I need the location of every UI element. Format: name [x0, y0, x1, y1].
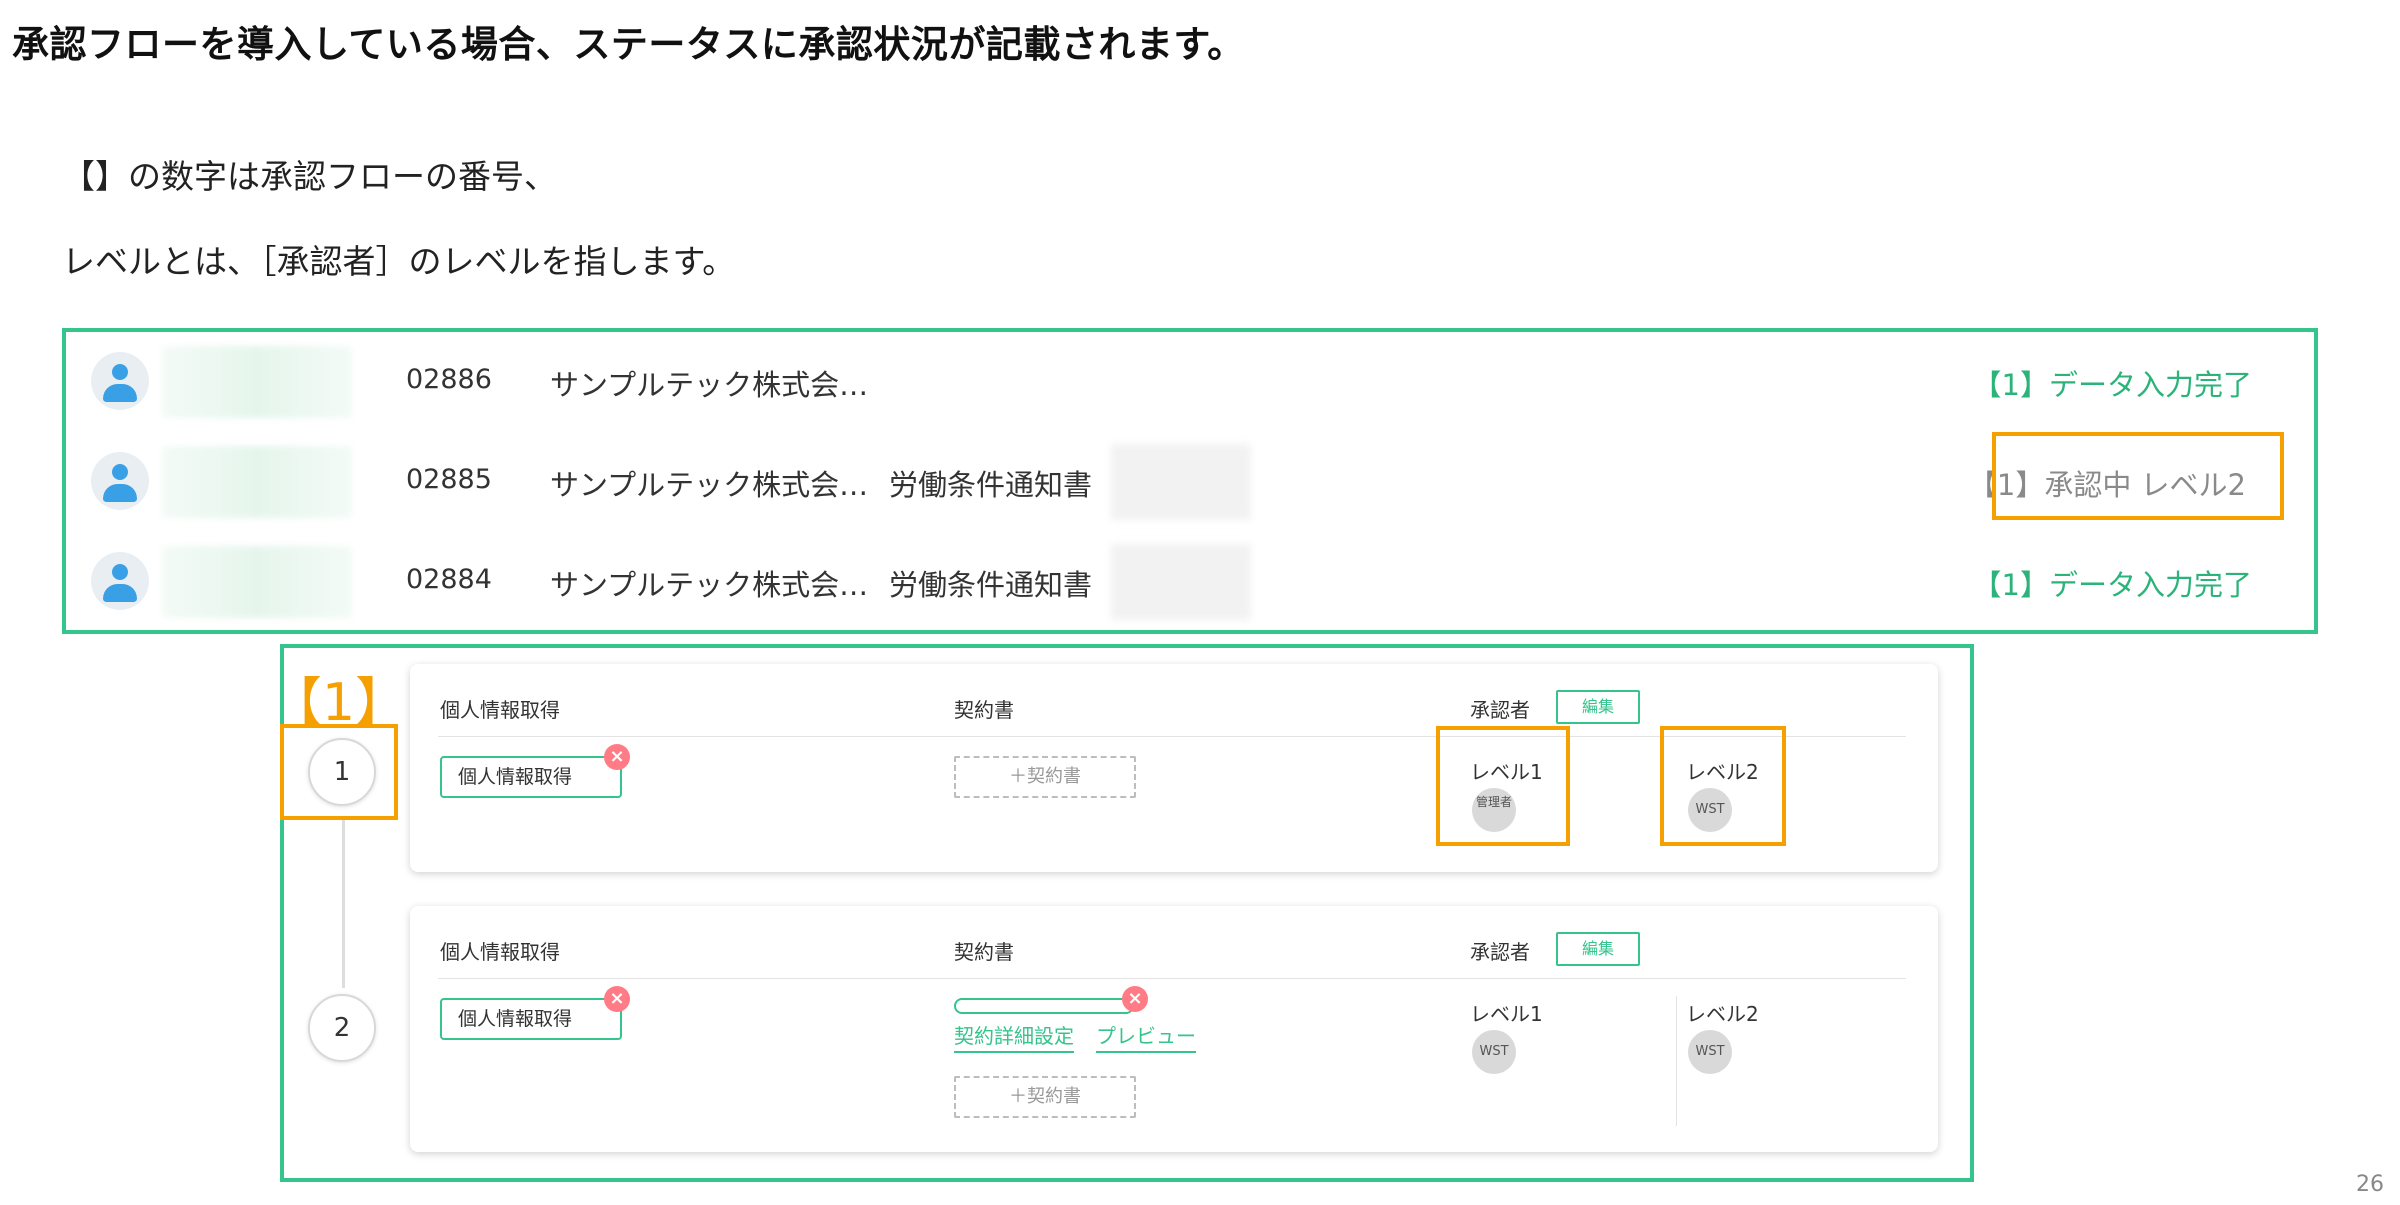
company-name: サンプルテック株式会…	[550, 368, 869, 402]
blurred-name	[162, 446, 352, 518]
slide-heading: 承認フローを導入している場合、ステータスに承認状況が記載されます。	[12, 23, 1245, 66]
employee-code: 02886	[406, 364, 492, 395]
personal-info-tag[interactable]: 個人情報取得	[440, 998, 622, 1040]
company-name: サンプルテック株式会…	[550, 468, 869, 502]
employee-row[interactable]: 02884 サンプルテック株式会… 労働条件通知書 【1】データ入力完了	[66, 532, 2314, 632]
remove-icon[interactable]: ×	[604, 986, 630, 1012]
blurred-field	[1111, 444, 1251, 520]
status-highlight-box	[1992, 432, 2284, 520]
header-divider	[438, 978, 1906, 979]
contract-settings-link[interactable]: 契約詳細設定	[954, 1020, 1074, 1053]
add-contract-button[interactable]: ＋契約書	[954, 1076, 1136, 1118]
level-2-label: レベル2	[1686, 1002, 1759, 1026]
edit-button[interactable]: 編集	[1556, 932, 1640, 966]
level-1-highlight-box	[1436, 726, 1570, 846]
level-1-label: レベル1	[1470, 1002, 1543, 1026]
blurred-name	[162, 546, 352, 618]
employee-code: 02884	[406, 564, 492, 595]
edit-button[interactable]: 編集	[1556, 690, 1640, 724]
step-connector	[342, 820, 345, 988]
page-number: 26	[2356, 1172, 2384, 1197]
remove-icon[interactable]: ×	[1122, 986, 1148, 1012]
step-highlight-box	[280, 724, 398, 820]
document-name: 労働条件通知書	[889, 468, 1093, 502]
column-personal-info: 個人情報取得	[440, 698, 560, 722]
status-badge: 【1】データ入力完了	[1972, 368, 2252, 402]
column-personal-info: 個人情報取得	[440, 940, 560, 964]
column-approver: 承認者	[1470, 940, 1530, 964]
step-number-2: 2	[308, 994, 376, 1062]
contract-tag[interactable]	[954, 998, 1134, 1014]
personal-info-tag[interactable]: 個人情報取得	[440, 756, 622, 798]
approver-avatar: WST	[1688, 1030, 1732, 1074]
remove-icon[interactable]: ×	[604, 744, 630, 770]
level-2-highlight-box	[1660, 726, 1786, 846]
employee-list-panel: 02886 サンプルテック株式会… 【1】データ入力完了 02885 サンプルテ…	[62, 328, 2318, 634]
avatar-icon	[91, 452, 149, 510]
employee-code: 02885	[406, 464, 492, 495]
employee-row[interactable]: 02885 サンプルテック株式会… 労働条件通知書 【1】承認中 レベル2	[66, 432, 2314, 532]
status-badge: 【1】データ入力完了	[1972, 568, 2252, 602]
level-divider	[1676, 996, 1677, 1126]
blurred-name	[162, 346, 352, 418]
approver-avatar: WST	[1472, 1030, 1516, 1074]
column-approver: 承認者	[1470, 698, 1530, 722]
column-contract: 契約書	[954, 940, 1014, 964]
preview-link[interactable]: プレビュー	[1096, 1020, 1196, 1053]
blurred-field	[1111, 544, 1251, 620]
company-name: サンプルテック株式会…	[550, 568, 869, 602]
flow-step-card-2: 個人情報取得 契約書 承認者 編集 個人情報取得 × × 契約詳細設定 プレビュ…	[410, 906, 1938, 1152]
avatar-icon	[91, 352, 149, 410]
document-name: 労働条件通知書	[889, 568, 1093, 602]
note-bracket-meaning: 【】の数字は承認フローの番号、	[62, 157, 557, 196]
add-contract-button[interactable]: ＋契約書	[954, 756, 1136, 798]
column-contract: 契約書	[954, 698, 1014, 722]
note-level-meaning: レベルとは、［承認者］のレベルを指します。	[62, 242, 736, 281]
employee-row[interactable]: 02886 サンプルテック株式会… 【1】データ入力完了	[66, 332, 2314, 432]
avatar-icon	[91, 552, 149, 610]
